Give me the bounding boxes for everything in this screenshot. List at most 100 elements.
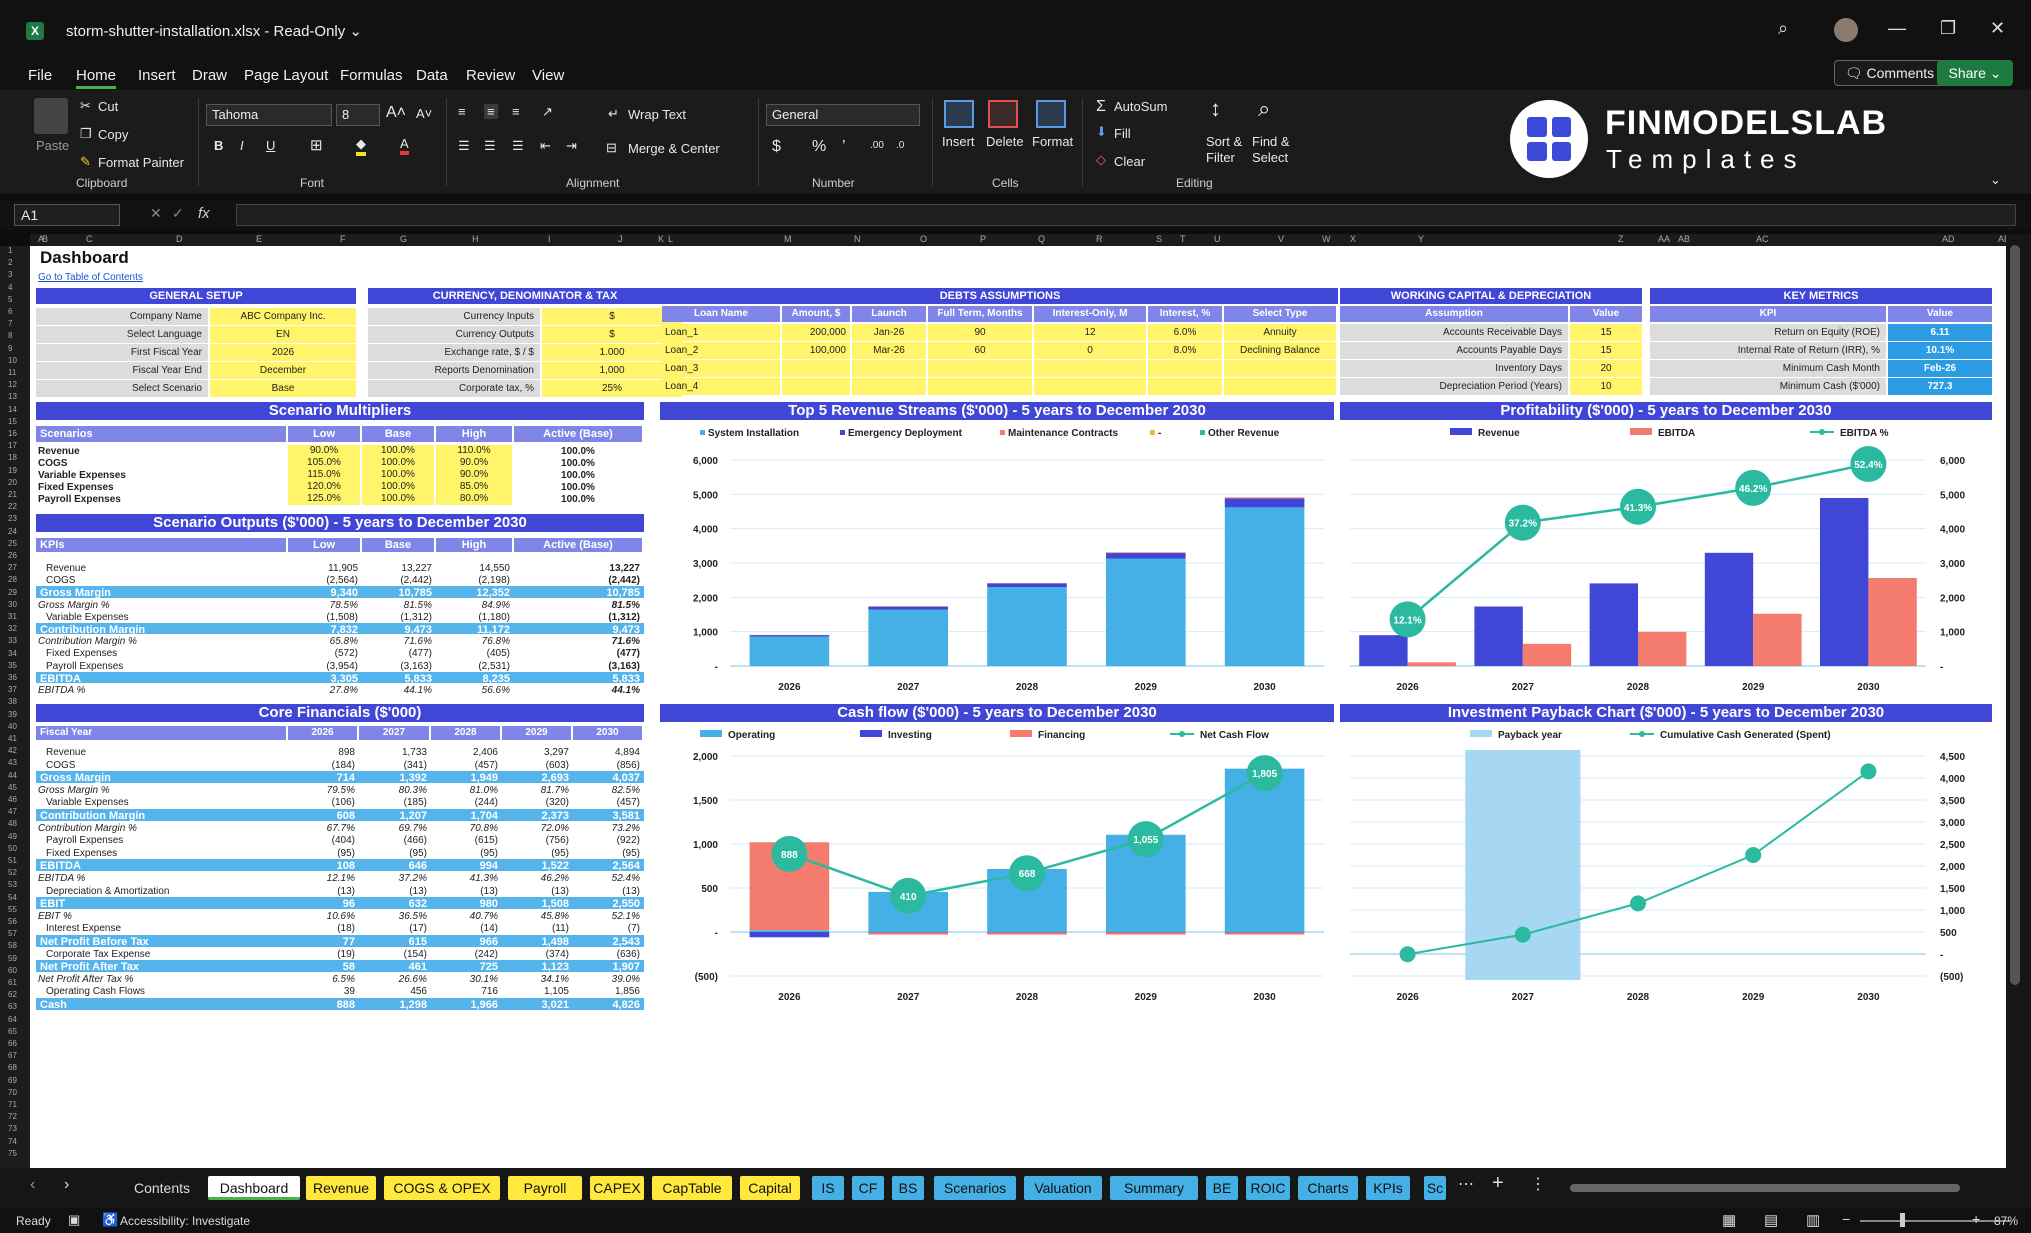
insert-cells-button[interactable]: Insert [942, 134, 975, 149]
setup-input[interactable]: Base [210, 380, 356, 397]
row-header[interactable]: 60 [8, 966, 17, 975]
formula-input[interactable] [236, 204, 2016, 226]
menu-review[interactable]: Review [466, 67, 515, 84]
multiplier-input[interactable]: 100.0% [362, 469, 434, 481]
column-header[interactable]: E [256, 234, 262, 244]
row-header[interactable]: 8 [8, 331, 12, 340]
sheet-tab-cogs-opex[interactable]: COGS & OPEX [384, 1176, 500, 1200]
zoom-out-icon[interactable]: − [1842, 1211, 1850, 1227]
column-header[interactable]: X [1350, 234, 1356, 244]
multiplier-input[interactable]: 125.0% [288, 493, 360, 505]
menu-view[interactable]: View [532, 67, 564, 84]
row-header[interactable]: 21 [8, 490, 17, 499]
debts-cell[interactable] [1148, 360, 1222, 377]
row-header[interactable]: 28 [8, 575, 17, 584]
metric-value[interactable]: 20 [1570, 360, 1642, 377]
restore-icon[interactable]: ❐ [1940, 18, 1956, 39]
sheet-tab-scenarios[interactable]: Scenarios [934, 1176, 1016, 1200]
orientation-icon[interactable]: ↗ [542, 104, 553, 120]
row-header[interactable]: 74 [8, 1137, 17, 1146]
setup-input[interactable]: 1.000 [542, 344, 682, 361]
wrap-text-icon[interactable]: ↵ [608, 106, 619, 122]
delete-cells-icon[interactable] [988, 100, 1018, 128]
debts-cell[interactable]: 200,000 [782, 324, 850, 341]
cut-icon[interactable]: ✂ [80, 98, 91, 114]
number-format-select[interactable]: General [766, 104, 920, 126]
sheet-tab-sc[interactable]: Sc [1424, 1176, 1446, 1200]
column-header[interactable]: B [42, 234, 48, 244]
row-header[interactable]: 75 [8, 1149, 17, 1158]
row-header[interactable]: 39 [8, 710, 17, 719]
debts-cell[interactable] [782, 378, 850, 395]
row-header[interactable]: 61 [8, 978, 17, 987]
debts-cell[interactable] [852, 360, 926, 377]
row-header[interactable]: 33 [8, 636, 17, 645]
multiplier-input[interactable]: 110.0% [436, 445, 512, 457]
zoom-in-icon[interactable]: + [1972, 1211, 1980, 1227]
row-header[interactable]: 17 [8, 441, 17, 450]
align-center-icon[interactable]: ☰ [484, 138, 496, 154]
multiplier-input[interactable]: 100.0% [362, 445, 434, 457]
row-header[interactable]: 16 [8, 429, 17, 438]
row-header[interactable]: 48 [8, 819, 17, 828]
row-header[interactable]: 6 [8, 307, 12, 316]
cut-button[interactable]: Cut [98, 99, 118, 114]
avatar[interactable] [1834, 18, 1858, 42]
row-header[interactable]: 53 [8, 880, 17, 889]
multiplier-input[interactable]: 105.0% [288, 457, 360, 469]
multiplier-input[interactable]: 90.0% [288, 445, 360, 457]
sort-filter-button[interactable]: Sort & Filter [1206, 134, 1250, 166]
increase-decimal-icon[interactable]: .00 [870, 140, 884, 151]
sheet-tab-is[interactable]: IS [812, 1176, 844, 1200]
row-header[interactable]: 56 [8, 917, 17, 926]
row-header[interactable]: 68 [8, 1063, 17, 1072]
debts-cell[interactable]: 12 [1034, 324, 1146, 341]
debts-cell[interactable]: Jan-26 [852, 324, 926, 341]
row-header[interactable]: 26 [8, 551, 17, 560]
row-header[interactable]: 36 [8, 673, 17, 682]
font-name-select[interactable]: Tahoma [206, 104, 332, 126]
wrap-text-button[interactable]: Wrap Text [628, 107, 686, 122]
column-header[interactable]: F [340, 234, 346, 244]
row-header[interactable]: 19 [8, 466, 17, 475]
column-header[interactable]: AA [1658, 234, 1670, 244]
row-header[interactable]: 45 [8, 783, 17, 792]
debts-cell[interactable] [1034, 360, 1146, 377]
debts-cell[interactable] [1224, 378, 1336, 395]
row-header[interactable]: 24 [8, 527, 17, 536]
row-header[interactable]: 7 [8, 319, 12, 328]
collapse-ribbon-icon[interactable]: ⌄ [1990, 172, 2001, 188]
row-header[interactable]: 41 [8, 734, 17, 743]
align-right-icon[interactable]: ☰ [512, 138, 524, 154]
comments-button[interactable]: 🗨 Comments [1834, 60, 1945, 86]
column-header[interactable]: W [1322, 234, 1331, 244]
row-header[interactable]: 40 [8, 722, 17, 731]
debts-cell[interactable]: 100,000 [782, 342, 850, 359]
column-header[interactable]: U [1214, 234, 1221, 244]
column-header[interactable]: V [1278, 234, 1284, 244]
sort-filter-icon[interactable]: ↕ [1210, 96, 1221, 122]
setup-input[interactable]: 25% [542, 380, 682, 397]
column-header[interactable]: AC [1756, 234, 1769, 244]
debts-cell[interactable]: Loan_2 [662, 342, 780, 359]
menu-data[interactable]: Data [416, 67, 448, 84]
paste-button[interactable]: Paste [36, 138, 69, 153]
copy-icon[interactable]: ❐ [80, 126, 92, 142]
align-top-icon[interactable]: ≡ [458, 104, 466, 119]
debts-cell[interactable]: Declining Balance [1224, 342, 1336, 359]
sheet-tab-charts[interactable]: Charts [1298, 1176, 1358, 1200]
row-header[interactable]: 42 [8, 746, 17, 755]
fill-color-icon[interactable]: ◆ [356, 136, 366, 156]
options-icon[interactable]: ⋮ [1530, 1174, 1546, 1194]
multiplier-input[interactable]: 90.0% [436, 469, 512, 481]
zoom-slider-thumb[interactable] [1900, 1213, 1905, 1227]
metric-value[interactable]: 10 [1570, 378, 1642, 395]
row-header[interactable]: 15 [8, 417, 17, 426]
align-left-icon[interactable]: ☰ [458, 138, 470, 154]
row-header[interactable]: 2 [8, 258, 12, 267]
document-title[interactable]: storm-shutter-installation.xlsx - Read-O… [66, 22, 362, 40]
accessibility-icon[interactable]: ♿ [102, 1212, 118, 1228]
clear-button[interactable]: Clear [1114, 154, 1145, 169]
add-sheet-icon[interactable]: + [1492, 1172, 1504, 1195]
row-header[interactable]: 34 [8, 649, 17, 658]
